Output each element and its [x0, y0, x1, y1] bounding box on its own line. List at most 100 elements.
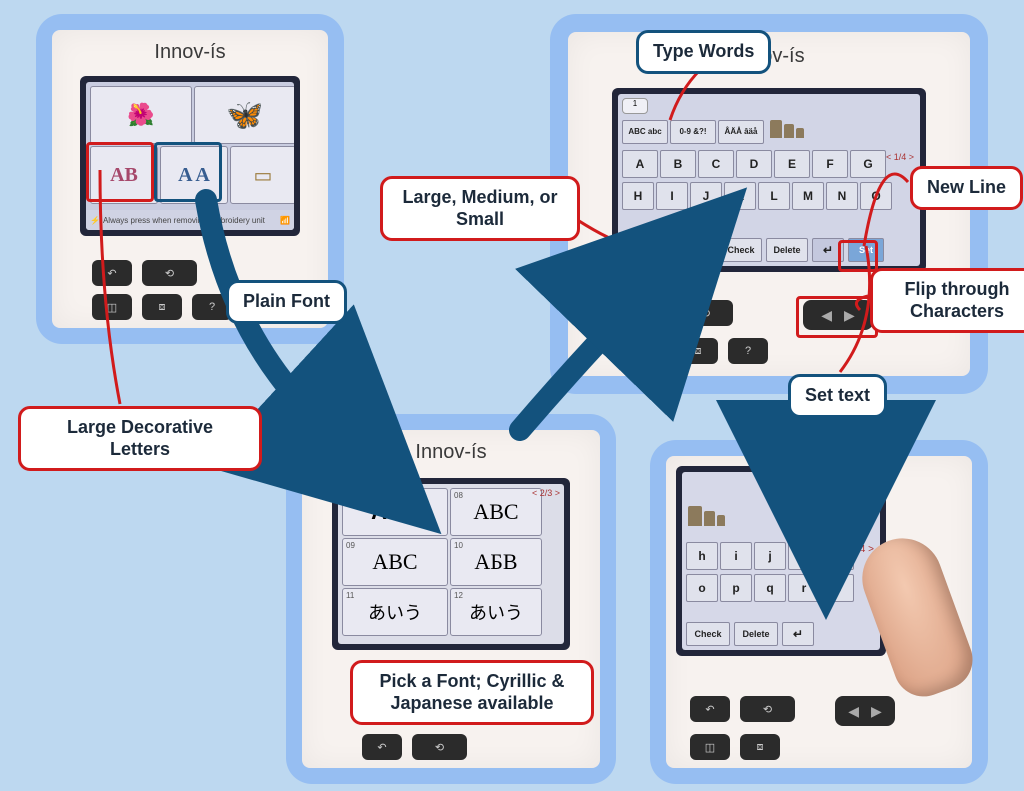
check-button[interactable]: Check [720, 238, 762, 262]
page-indicator: < 2/3 > [532, 488, 560, 498]
key4-r[interactable]: r [788, 574, 820, 602]
tab-numsym[interactable]: 0-9 &?! [670, 120, 716, 144]
wifi-icon: 📶 [280, 216, 290, 225]
set-button[interactable]: Set [848, 238, 884, 262]
annot-size: Large, Medium, or Small [380, 176, 580, 241]
button-row-2: ◫ ⧈ ? [92, 294, 232, 320]
key-c[interactable]: C [698, 150, 734, 178]
annot-flip: Flip through Characters [870, 268, 1024, 333]
design-butterfly[interactable]: 🦋 [194, 86, 294, 144]
button-row-1: ↶ ⟲ [92, 260, 197, 286]
decorative-letters[interactable]: AB [90, 146, 158, 204]
design-flowers[interactable]: 🌺 [90, 86, 192, 144]
delete-button-4[interactable]: Delete [734, 622, 778, 646]
frame-shapes[interactable]: ▭ [230, 146, 294, 204]
pattern-icon[interactable] [838, 476, 876, 502]
key-o[interactable]: O [860, 182, 892, 210]
key4-l[interactable]: l [822, 542, 854, 570]
plain-font-letters[interactable]: A A [160, 146, 228, 204]
bottom-controls-4: Check Delete ↵ [686, 622, 814, 646]
hoop-button-4[interactable]: ◫ [690, 734, 730, 760]
key4-h[interactable]: h [686, 542, 718, 570]
keys-row-1: A B C D E F G [622, 150, 886, 178]
screen-1: 🌺 🦋 AB A A ▭ ⚡Always press when removing… [80, 76, 300, 236]
font-10[interactable]: 10АБВ [450, 538, 542, 586]
arrow-pad[interactable]: ◀▶ [803, 300, 873, 330]
key4-o[interactable]: o [686, 574, 718, 602]
key-n[interactable]: N [826, 182, 858, 210]
button-row-7: ◫ ⧈ [690, 734, 780, 760]
screen-3: 1 ABC abc 0-9 &?! ÂÄÅ âäå < 1/4 > A B [612, 88, 926, 272]
hoop-button-3[interactable]: ◫ [628, 338, 668, 364]
key4-k[interactable]: k [788, 542, 820, 570]
key-d[interactable]: D [736, 150, 772, 178]
dimensions: ↔ 99.2mm↕ 31.7mm [825, 506, 874, 528]
back-button-3[interactable]: ↶ [628, 300, 668, 326]
size-preview-4 [688, 506, 725, 526]
help-button-3[interactable]: ? [728, 338, 768, 364]
back-button[interactable]: ↶ [92, 260, 132, 286]
status-bar: ⚡Always press when removing Embroidery u… [86, 210, 294, 230]
nav-button-4[interactable]: ⟲ [740, 696, 795, 722]
arrow-pad-4[interactable]: ◀▶ [835, 696, 895, 726]
keys4-row-1: h i j k l [686, 542, 854, 570]
annot-newline: New Line [910, 166, 1023, 210]
char-tabs: ABC abc 0-9 &?! ÂÄÅ âäå [622, 120, 764, 144]
button-row-5: ◫ ⧈ ? [628, 338, 768, 364]
screen-4: ↔ 99.2mm↕ 31.7mm < 3/4 > h i j k l o p q… [676, 466, 886, 656]
brand-logo-2: Innov-ís [415, 438, 486, 464]
annot-set-text: Set text [788, 374, 887, 418]
font-09[interactable]: 09ABC [342, 538, 448, 586]
key-h[interactable]: H [622, 182, 654, 210]
info-button-3[interactable]: ⧈ [678, 338, 718, 364]
newline-button[interactable]: ↵ [812, 238, 844, 262]
key-m[interactable]: M [792, 182, 824, 210]
key-b[interactable]: B [660, 150, 696, 178]
key-k[interactable]: K [724, 182, 756, 210]
key4-s[interactable]: s [822, 574, 854, 602]
annot-type-words: Type Words [636, 30, 771, 74]
key-a[interactable]: A [622, 150, 658, 178]
hoop-button[interactable]: ◫ [92, 294, 132, 320]
annot-pick-font: Pick a Font; Cyrillic & Japanese availab… [350, 660, 594, 725]
keys4-row-2: o p q r s [686, 574, 854, 602]
page-3: < 1/4 > [886, 152, 914, 162]
brand-logo: Innov-ís [154, 38, 225, 64]
nav-button[interactable]: ⟲ [142, 260, 197, 286]
tab-accent[interactable]: ÂÄÅ âäå [718, 120, 764, 144]
font-12[interactable]: 12あいう [450, 588, 542, 636]
key4-i[interactable]: i [720, 542, 752, 570]
key4-p[interactable]: p [720, 574, 752, 602]
info-button-4[interactable]: ⧈ [740, 734, 780, 760]
size-lms[interactable]: L M S [622, 238, 672, 262]
annot-decorative: Large Decorative Letters [18, 406, 262, 471]
key-i[interactable]: I [656, 182, 688, 210]
info-button[interactable]: ⧈ [142, 294, 182, 320]
back-button-2[interactable]: ↶ [362, 734, 402, 760]
delete-button[interactable]: Delete [766, 238, 808, 262]
line-indicator: 1 [622, 98, 648, 114]
panel-4: ↔ 99.2mm↕ 31.7mm < 3/4 > h i j k l o p q… [650, 440, 988, 784]
tab-alpha[interactable]: ABC abc [622, 120, 668, 144]
size-preview [770, 120, 804, 138]
key-l[interactable]: L [758, 182, 790, 210]
back-button-4[interactable]: ↶ [690, 696, 730, 722]
keys-row-2: H I J K L M N O [622, 182, 892, 210]
button-row-6: ↶ ⟲ ◀▶ [690, 696, 895, 726]
font-08[interactable]: 08ABC [450, 488, 542, 536]
key-g[interactable]: G [850, 150, 886, 178]
key-f[interactable]: F [812, 150, 848, 178]
nav-button-2[interactable]: ⟲ [412, 734, 467, 760]
font-07[interactable]: 07ABC [342, 488, 448, 536]
key4-j[interactable]: j [754, 542, 786, 570]
newline-button-4[interactable]: ↵ [782, 622, 814, 646]
check-button-4[interactable]: Check [686, 622, 730, 646]
key-j[interactable]: J [690, 182, 722, 210]
key-e[interactable]: E [774, 150, 810, 178]
button-row-3: ↶ ⟲ [362, 734, 467, 760]
font-11[interactable]: 11あいう [342, 588, 448, 636]
machine-4: ↔ 99.2mm↕ 31.7mm < 3/4 > h i j k l o p q… [666, 456, 972, 768]
key4-q[interactable]: q [754, 574, 786, 602]
screen-2: 07ABC 08ABC 09ABC 10АБВ 11あいう 12あいう < 2/… [332, 478, 570, 650]
nav-button-3[interactable]: ⟲ [678, 300, 733, 326]
